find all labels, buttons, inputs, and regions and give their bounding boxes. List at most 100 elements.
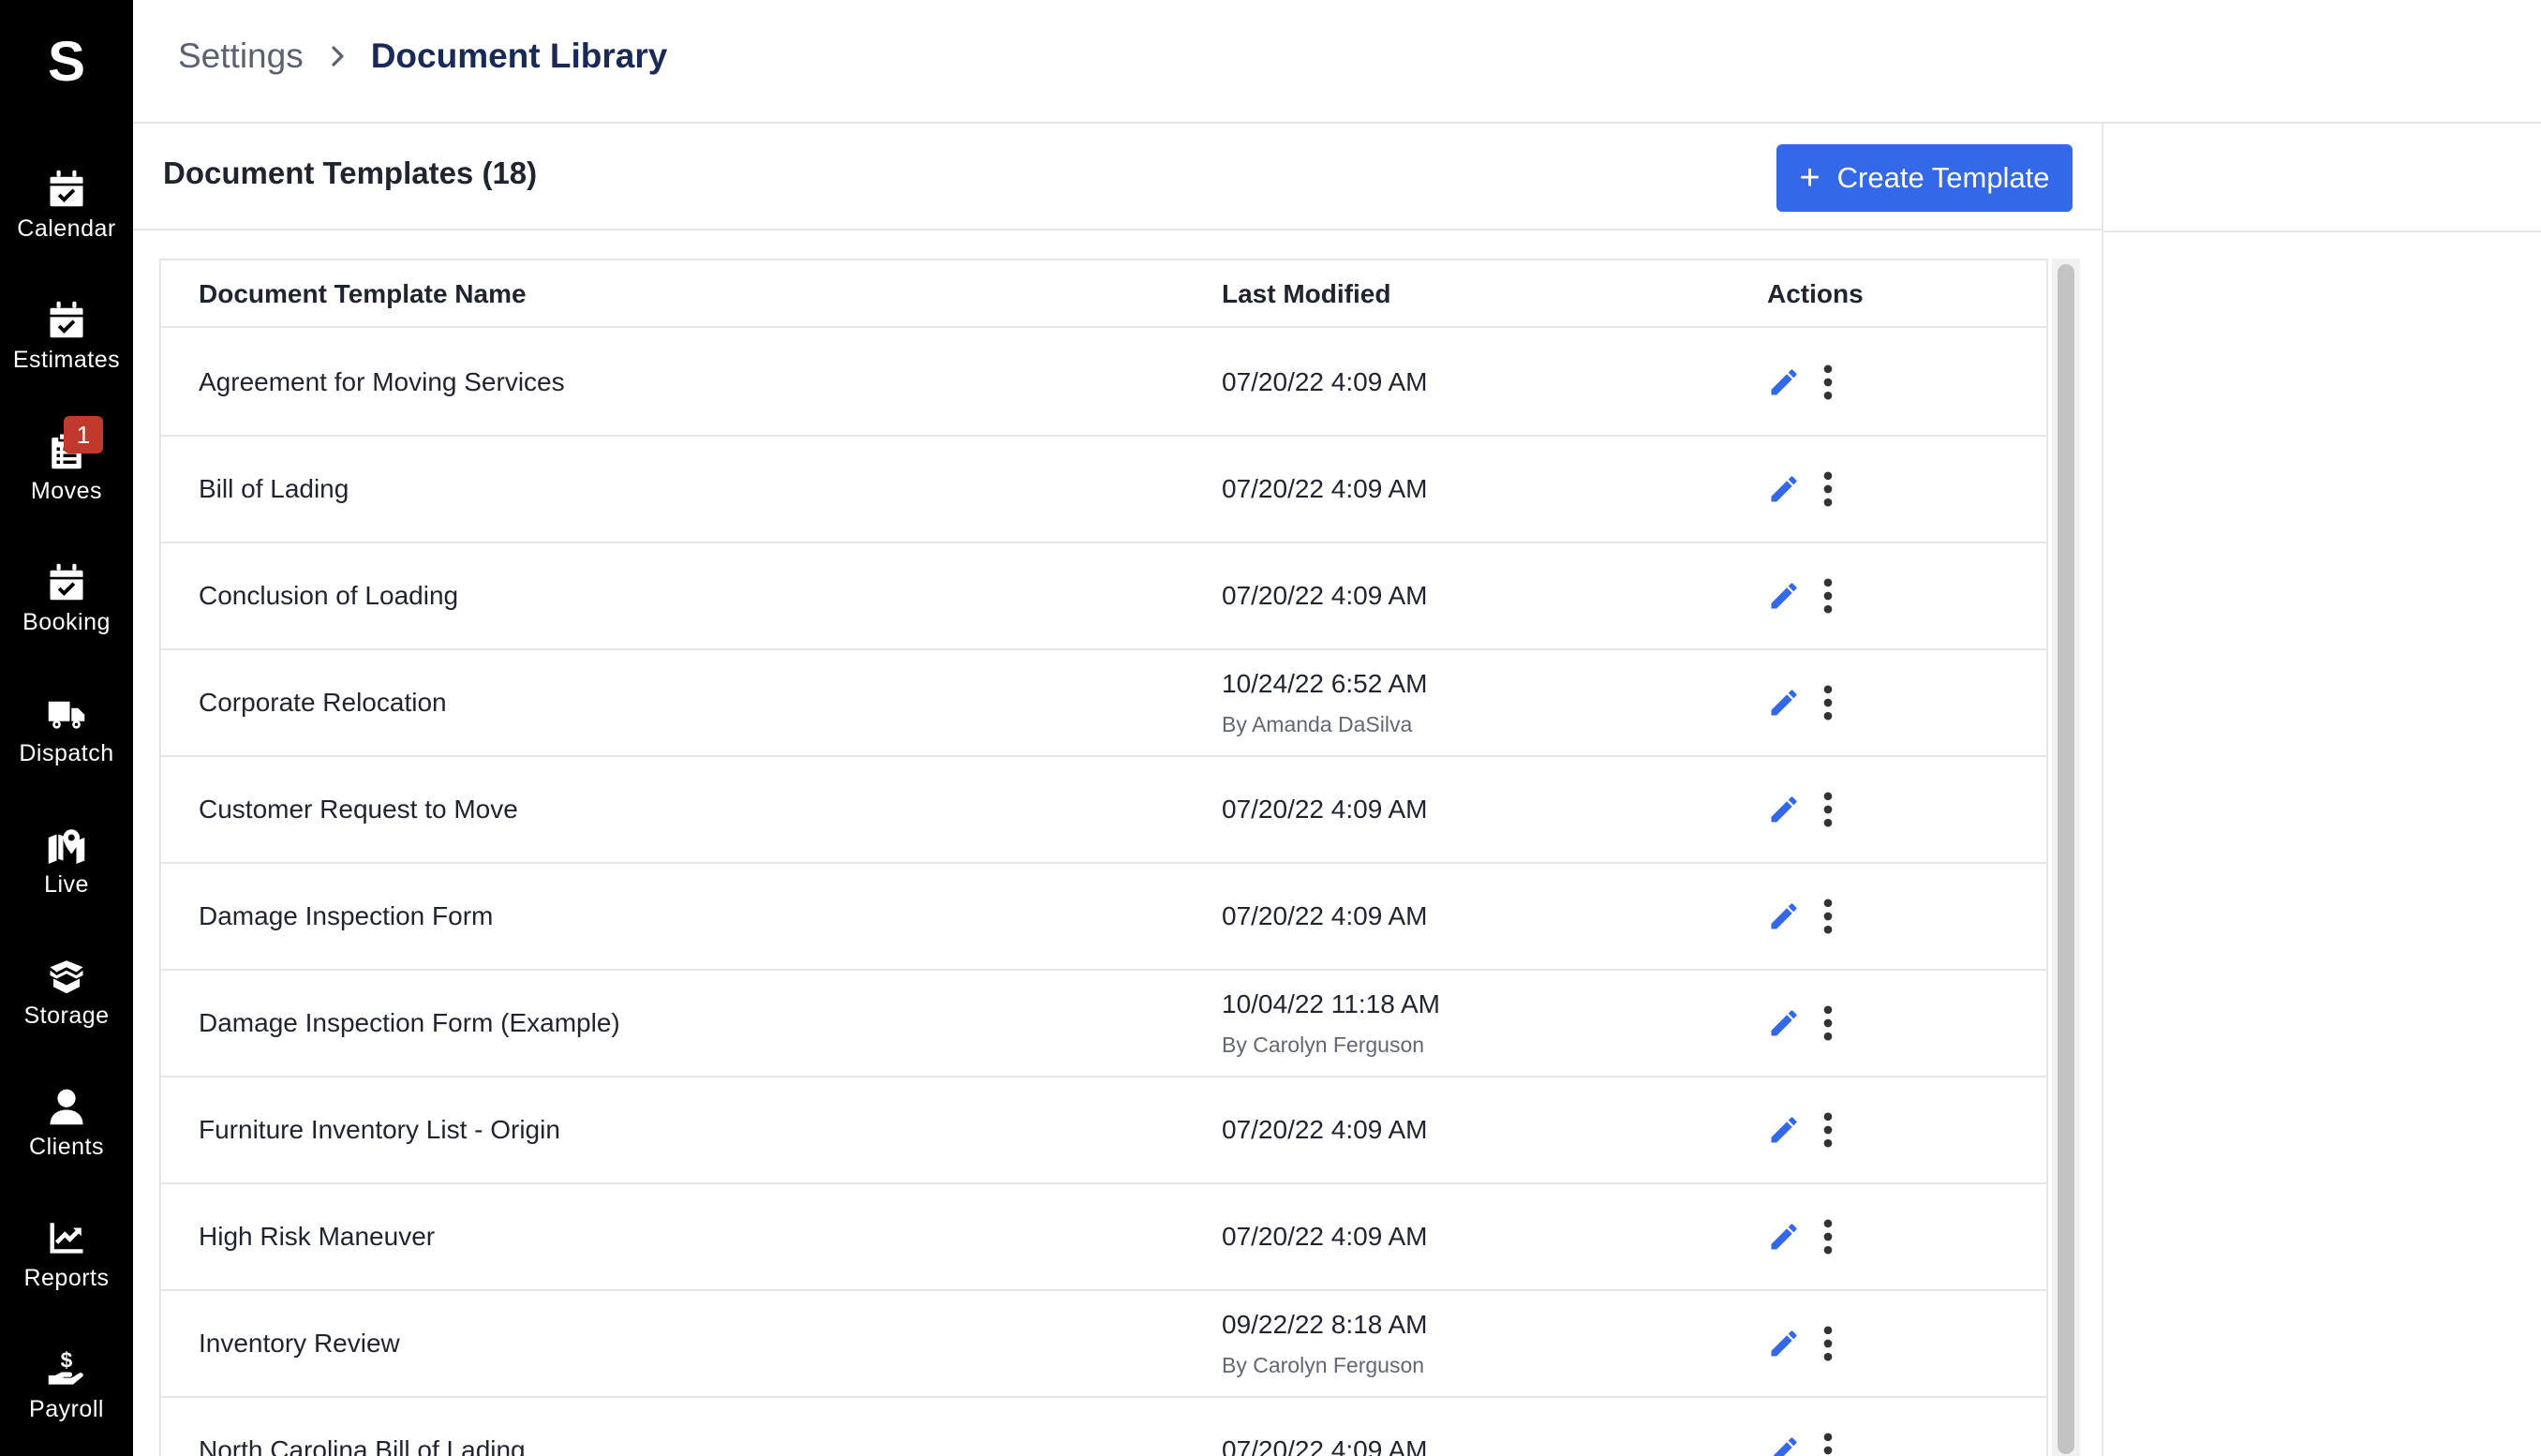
- template-name[interactable]: Agreement for Moving Services: [199, 367, 565, 397]
- last-modified-date: 10/24/22 6:52 AM: [1222, 669, 1428, 698]
- table-row[interactable]: Agreement for Moving Services 07/20/22 4:…: [161, 330, 2046, 437]
- table-row[interactable]: Damage Inspection Form 07/20/22 4:09 AM: [161, 864, 2046, 971]
- pencil-icon[interactable]: [1767, 793, 1801, 826]
- pencil-icon[interactable]: [1767, 1434, 1801, 1456]
- table-row[interactable]: North Carolina Bill of Lading 07/20/22 4:…: [161, 1398, 2046, 1456]
- calendar-check-icon: [50, 170, 83, 207]
- last-modified-by: By Carolyn Ferguson: [1222, 1353, 1425, 1377]
- sidebar-item-dispatch[interactable]: Dispatch: [0, 693, 133, 796]
- chevron-right-icon: [332, 46, 344, 67]
- column-header-name[interactable]: Document Template Name: [199, 279, 527, 309]
- last-modified-by: By Carolyn Ferguson: [1222, 1033, 1425, 1057]
- moves-count-badge: 1: [64, 416, 103, 453]
- app-root: S Calendar Estimates Moves 1 Booking Dis…: [0, 0, 2541, 1456]
- pencil-icon[interactable]: [1767, 1006, 1801, 1040]
- top-bar: Settings Document Library: [133, 0, 2541, 124]
- pencil-icon[interactable]: [1767, 365, 1801, 399]
- table-row[interactable]: Bill of Lading 07/20/22 4:09 AM: [161, 437, 2046, 543]
- more-vertical-icon[interactable]: [1821, 364, 1835, 401]
- table-row[interactable]: High Risk Maneuver 07/20/22 4:09 AM: [161, 1184, 2046, 1291]
- pencil-icon[interactable]: [1767, 1327, 1801, 1360]
- sidebar-item-storage[interactable]: Storage: [0, 956, 133, 1059]
- last-modified-date: 07/20/22 4:09 AM: [1222, 474, 1428, 503]
- sidebar-item-label: Estimates: [12, 347, 121, 373]
- calendar-check-icon: [50, 301, 83, 338]
- truck-icon: [48, 701, 85, 729]
- sidebar: S Calendar Estimates Moves 1 Booking Dis…: [0, 0, 133, 1456]
- sidebar-item-reports[interactable]: Reports: [0, 1218, 133, 1321]
- templates-table: Document Template Name Last Modified Act…: [159, 259, 2048, 1456]
- more-vertical-icon[interactable]: [1821, 1325, 1835, 1362]
- sidebar-item-label: Storage: [23, 1003, 110, 1029]
- more-vertical-icon[interactable]: [1821, 470, 1835, 508]
- template-name[interactable]: Damage Inspection Form: [199, 901, 493, 931]
- last-modified-date: 09/22/22 8:18 AM: [1222, 1310, 1428, 1339]
- template-name[interactable]: Furniture Inventory List - Origin: [199, 1115, 560, 1145]
- scrollbar-thumb[interactable]: [2058, 264, 2074, 1454]
- pencil-icon[interactable]: [1767, 579, 1801, 613]
- sidebar-item-label: Live: [44, 871, 89, 898]
- sidebar-item-label: Calendar: [17, 215, 116, 242]
- sidebar-item-label: Payroll: [29, 1396, 104, 1422]
- sidebar-item-label: Reports: [23, 1265, 110, 1291]
- create-template-button[interactable]: + Create Template: [1776, 144, 2073, 212]
- table-row[interactable]: Damage Inspection Form (Example) 10/04/22…: [161, 971, 2046, 1077]
- last-modified-date: 10/04/22 11:18 AM: [1222, 989, 1440, 1018]
- more-vertical-icon[interactable]: [1821, 577, 1835, 615]
- breadcrumb-settings-link[interactable]: Settings: [178, 37, 304, 76]
- table-row[interactable]: Conclusion of Loading 07/20/22 4:09 AM: [161, 543, 2046, 650]
- sidebar-item-label: Clients: [29, 1134, 104, 1160]
- column-header-actions: Actions: [1767, 279, 1864, 308]
- last-modified-date: 07/20/22 4:09 AM: [1222, 1435, 1428, 1456]
- last-modified-by: By Amanda DaSilva: [1222, 712, 1413, 736]
- more-vertical-icon[interactable]: [1821, 1218, 1835, 1255]
- more-vertical-icon[interactable]: [1821, 791, 1835, 828]
- template-name[interactable]: Customer Request to Move: [199, 795, 518, 825]
- table-row[interactable]: Corporate Relocation 10/24/22 6:52 AM By A…: [161, 650, 2046, 757]
- template-name[interactable]: Corporate Relocation: [199, 688, 447, 718]
- breadcrumb: Settings Document Library: [178, 32, 667, 81]
- pencil-icon[interactable]: [1767, 472, 1801, 506]
- more-vertical-icon[interactable]: [1821, 1432, 1835, 1456]
- sidebar-item-live[interactable]: Live: [0, 825, 133, 928]
- sidebar-item-label: Booking: [22, 609, 111, 635]
- user-icon: [50, 1089, 83, 1125]
- more-vertical-icon[interactable]: [1821, 684, 1835, 721]
- pencil-icon[interactable]: [1767, 686, 1801, 720]
- sidebar-item-moves[interactable]: Moves 1: [0, 416, 133, 534]
- last-modified-date: 07/20/22 4:09 AM: [1222, 901, 1428, 930]
- pencil-icon[interactable]: [1767, 1113, 1801, 1147]
- more-vertical-icon[interactable]: [1821, 898, 1835, 935]
- template-name[interactable]: North Carolina Bill of Lading: [199, 1435, 526, 1456]
- sidebar-item-estimates[interactable]: Estimates: [0, 300, 133, 403]
- hand-dollar-icon: $: [48, 1349, 83, 1385]
- table-row[interactable]: Furniture Inventory List - Origin 07/20/2…: [161, 1077, 2046, 1184]
- sidebar-item-clients[interactable]: Clients: [0, 1087, 133, 1190]
- template-name[interactable]: Inventory Review: [199, 1329, 400, 1359]
- last-modified-date: 07/20/22 4:09 AM: [1222, 581, 1428, 610]
- pencil-icon[interactable]: [1767, 1220, 1801, 1254]
- calendar-check-icon: [50, 563, 83, 601]
- table-row[interactable]: Customer Request to Move 07/20/22 4:09 AM: [161, 757, 2046, 864]
- sidebar-item-calendar[interactable]: Calendar: [0, 169, 133, 272]
- box-open-icon: [50, 960, 83, 994]
- pencil-icon[interactable]: [1767, 899, 1801, 933]
- template-name[interactable]: High Risk Maneuver: [199, 1222, 435, 1252]
- template-name[interactable]: Bill of Lading: [199, 474, 349, 504]
- more-vertical-icon[interactable]: [1821, 1111, 1835, 1149]
- app-logo[interactable]: S: [0, 28, 133, 96]
- template-name[interactable]: Damage Inspection Form (Example): [199, 1008, 620, 1038]
- template-name[interactable]: Conclusion of Loading: [199, 581, 458, 611]
- column-header-last-modified[interactable]: Last Modified: [1222, 279, 1390, 309]
- page-title: Document Templates (18): [163, 156, 538, 190]
- sidebar-item-payroll[interactable]: $ Payroll: [0, 1349, 133, 1452]
- more-vertical-icon[interactable]: [1821, 1004, 1835, 1042]
- table-header: Document Template Name Last Modified Act…: [161, 260, 2046, 328]
- plus-icon: +: [1799, 158, 1820, 198]
- table-scrollbar[interactable]: [2052, 259, 2080, 1456]
- chart-line-icon: [50, 1223, 83, 1254]
- sidebar-item-label: Dispatch: [19, 740, 114, 766]
- sidebar-item-booking[interactable]: Booking: [0, 562, 133, 665]
- table-row[interactable]: Inventory Review 09/22/22 8:18 AM By Carol…: [161, 1291, 2046, 1398]
- panel-header: Document Templates (18) + Create Templat…: [133, 124, 2102, 230]
